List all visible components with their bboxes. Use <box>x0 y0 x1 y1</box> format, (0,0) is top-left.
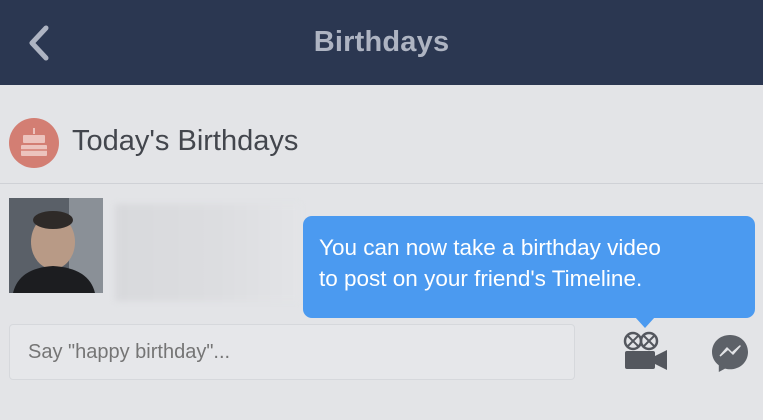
section-title: Today's Birthdays <box>72 125 299 157</box>
tooltip-arrow <box>635 317 655 328</box>
page-title: Birthdays <box>313 26 450 58</box>
friend-avatar[interactable] <box>9 198 103 293</box>
feature-tooltip[interactable]: You can now take a birthday video to pos… <box>303 216 755 318</box>
messenger-icon <box>712 335 748 372</box>
todays-birthdays-header: Today's Birthdays <box>0 85 763 184</box>
birthday-video-button[interactable] <box>619 330 671 374</box>
birthday-message-input[interactable] <box>9 324 575 380</box>
video-camera-icon <box>623 331 667 370</box>
birthday-cake-icon <box>9 118 59 168</box>
navigation-bar: Birthdays <box>0 0 763 85</box>
friend-name-redacted <box>115 204 300 301</box>
messenger-button[interactable] <box>709 332 751 374</box>
